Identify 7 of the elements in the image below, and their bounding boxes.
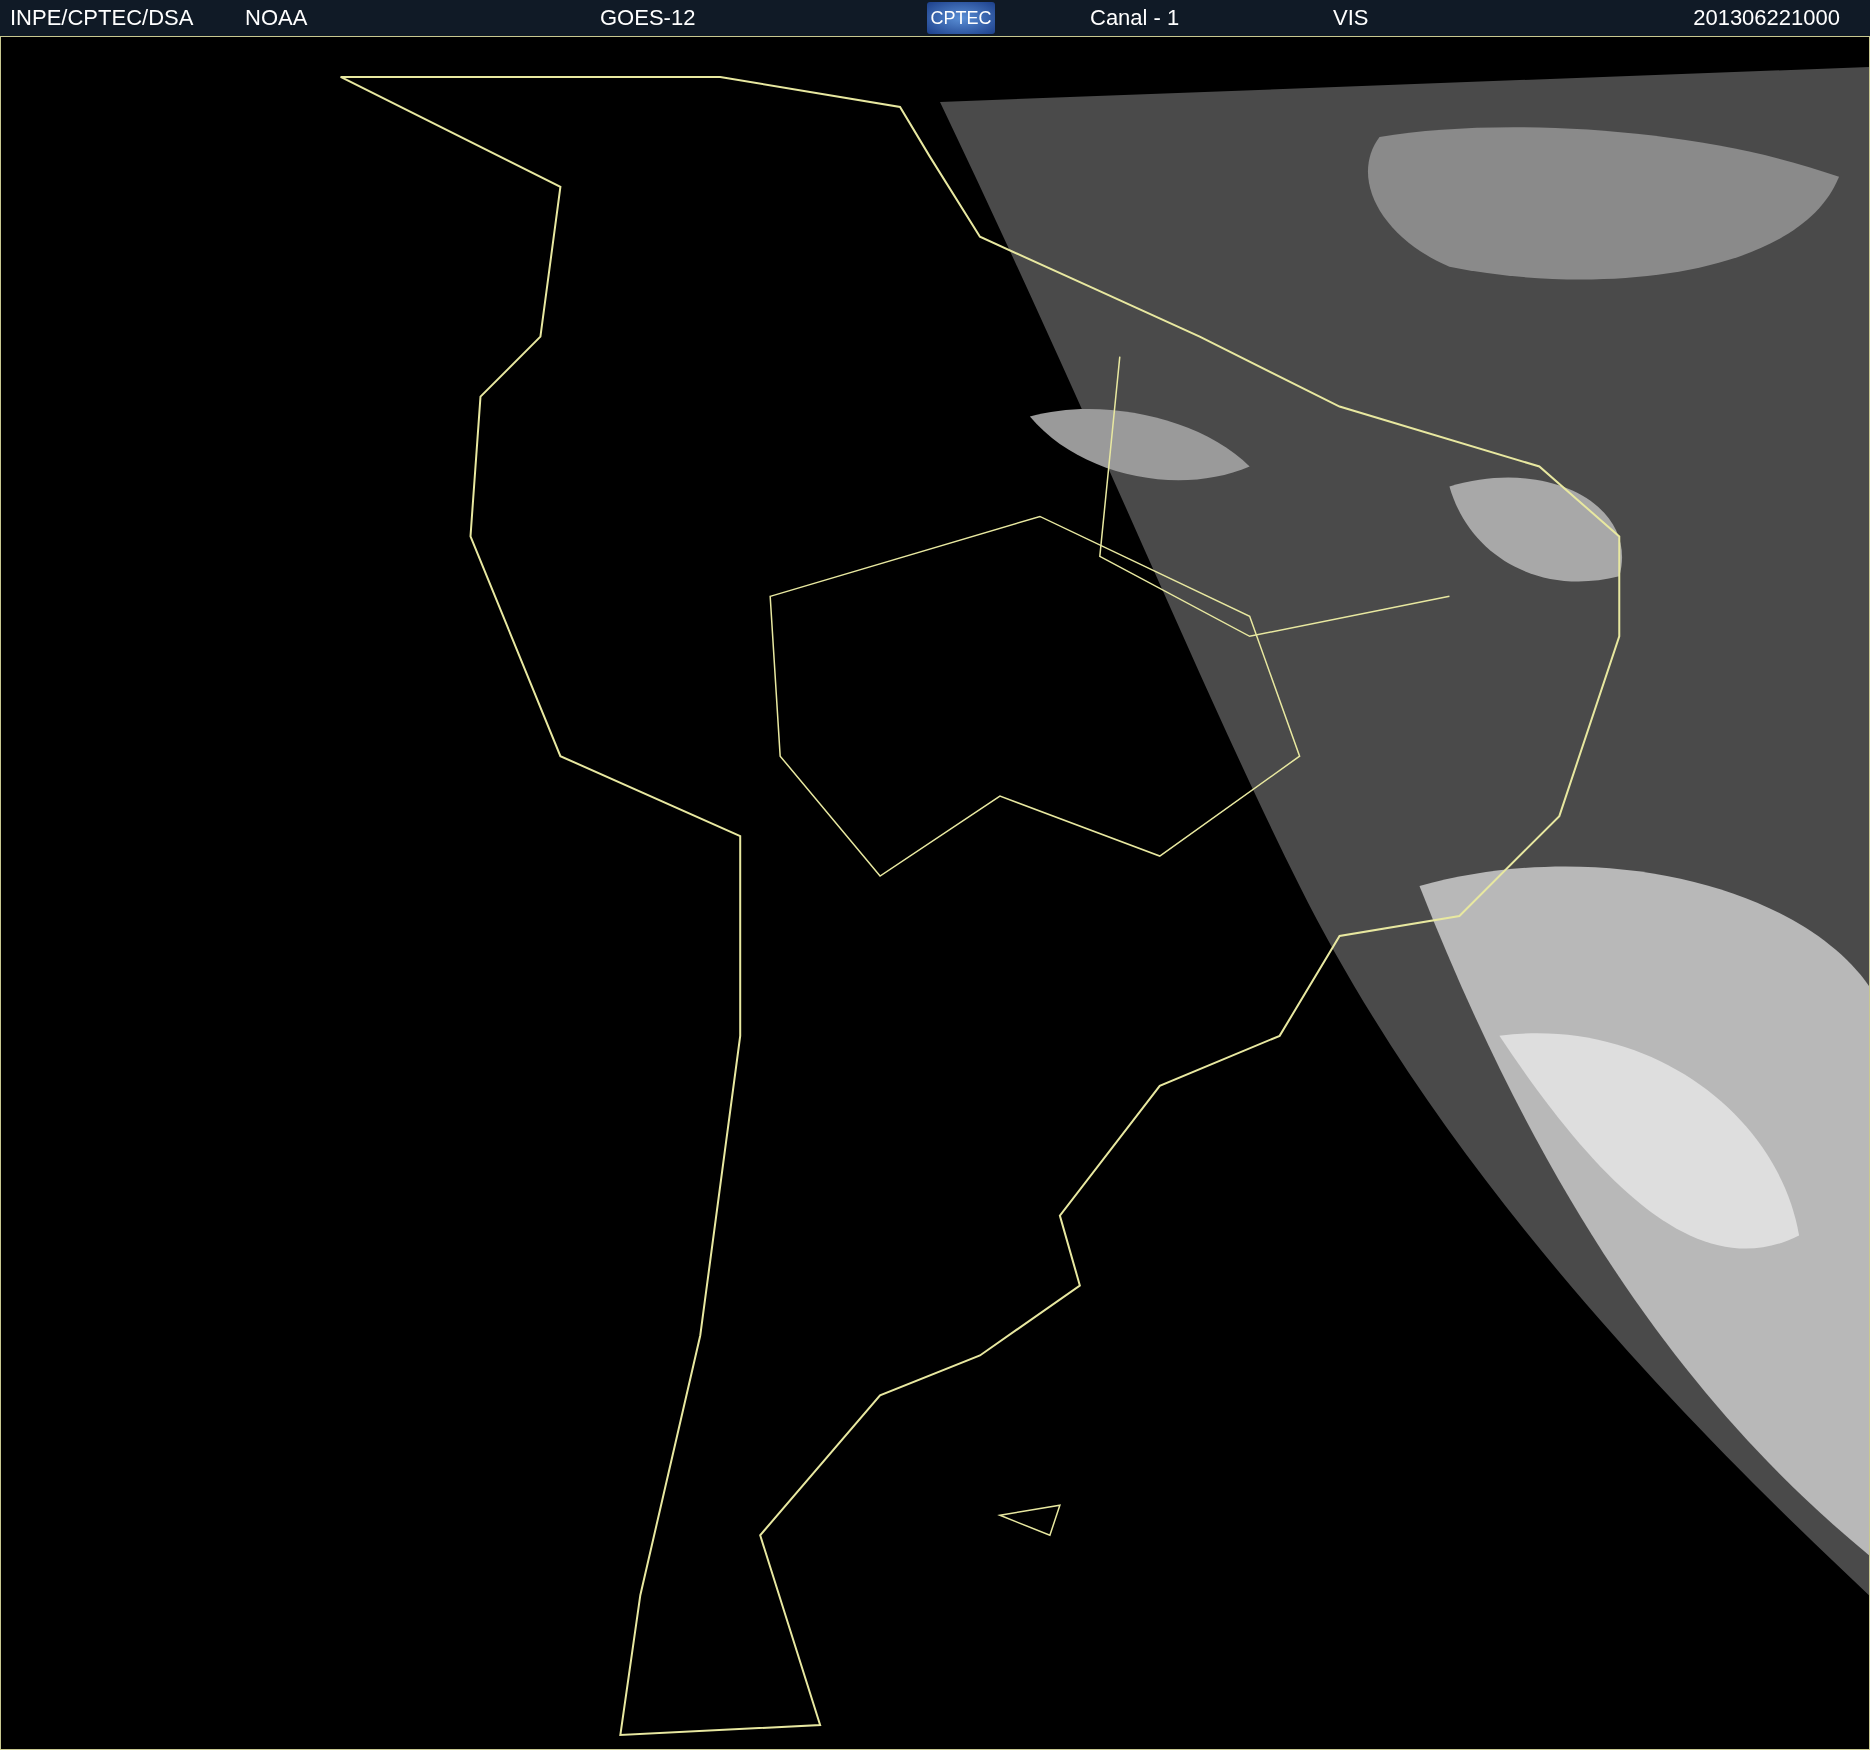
- band-label: VIS: [1333, 5, 1370, 31]
- logo: CPTEC: [927, 2, 995, 34]
- channel-label: Canal - 1: [1090, 5, 1181, 31]
- agency-label: INPE/CPTEC/DSA: [10, 5, 195, 31]
- satellite-label: GOES-12: [600, 5, 697, 31]
- timestamp-label: 201306221000: [1693, 5, 1840, 31]
- operator-label: NOAA: [245, 5, 309, 31]
